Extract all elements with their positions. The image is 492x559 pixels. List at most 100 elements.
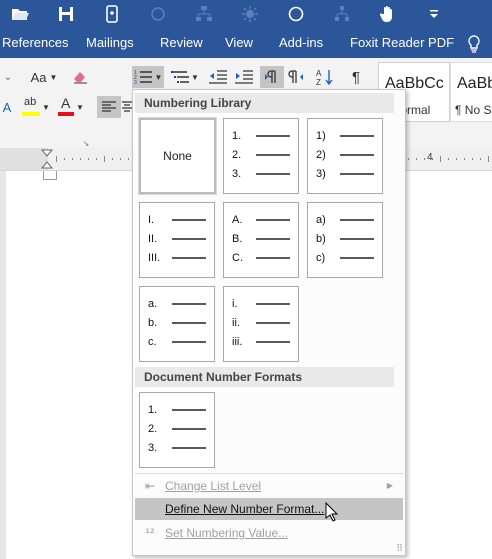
circle-icon [148, 4, 168, 24]
ltr-direction-button[interactable] [260, 66, 284, 88]
list-item: 3) [316, 167, 374, 181]
list-marker: a) [316, 214, 326, 226]
list-item: 3. [232, 167, 290, 181]
ruler-tick [64, 158, 65, 160]
resize-grip-icon[interactable]: ⠿ [396, 543, 403, 554]
tab-review[interactable]: Review [160, 28, 203, 58]
align-center-button[interactable] [122, 96, 132, 118]
numbering-button[interactable]: 123 ▼ [132, 66, 164, 88]
hierarchy-icon [332, 4, 352, 24]
circle-outline-icon[interactable] [286, 4, 306, 24]
numbering-format-roman-lower[interactable]: i. ii. iii. [223, 286, 299, 362]
list-item: I. [148, 213, 206, 227]
list-item: II. [148, 232, 206, 246]
clear-formatting-button[interactable] [70, 66, 92, 88]
list-item: 3. [148, 441, 206, 455]
list-marker: i. [232, 298, 238, 310]
list-marker: 1. [232, 130, 242, 142]
change-list-level-icon: ⇤ [144, 479, 156, 493]
ruler-tick [96, 158, 97, 160]
chevron-down-icon: ▼ [191, 72, 199, 82]
chevron-down-icon[interactable]: ⌄ [0, 66, 16, 88]
touch-mode-icon[interactable] [102, 4, 122, 24]
customize-qat-icon[interactable] [424, 4, 444, 24]
folder-open-icon[interactable] [10, 4, 30, 24]
style-no-spacing[interactable]: AaBb ¶ No Sp [450, 62, 492, 122]
text-effects-icon[interactable]: A [0, 96, 14, 118]
hand-icon[interactable] [378, 4, 398, 24]
tab-mailings[interactable]: Mailings [86, 28, 134, 58]
list-item: c) [316, 251, 374, 265]
list-item: A. [232, 213, 290, 227]
list-item: a) [316, 213, 374, 227]
change-list-level-item[interactable]: ⇤ Change List Level ▶ [135, 475, 403, 497]
list-marker: B. [232, 233, 243, 245]
highlight-color-button[interactable]: ab ▼ [20, 96, 52, 118]
list-item: 2) [316, 148, 374, 162]
list-item: 1. [232, 129, 290, 143]
menu-item-label: Define New Number Format... [165, 502, 325, 516]
ruler-tick [424, 158, 425, 160]
set-numbering-value-item[interactable]: ¹² Set Numbering Value... [135, 522, 403, 544]
ruler-tick [72, 158, 73, 160]
quick-access-toolbar [0, 0, 492, 28]
menu-item-label: Set Numbering Value... [165, 526, 289, 540]
change-case-button[interactable]: Aa ▼ [26, 66, 62, 88]
list-marker: 3) [316, 168, 326, 180]
list-item: B. [232, 232, 290, 246]
lightbulb-icon[interactable] [467, 28, 481, 58]
chevron-down-icon: ▼ [49, 72, 58, 82]
save-icon[interactable] [56, 4, 76, 24]
align-left-button[interactable] [97, 96, 121, 118]
tab-add-ins[interactable]: Add-ins [279, 28, 323, 58]
numbering-format-alpha-lower-paren[interactable]: a) b) c) [307, 202, 383, 278]
svg-text:3: 3 [134, 80, 137, 85]
list-item: i. [232, 297, 290, 311]
list-marker: 1) [316, 130, 326, 142]
rtl-direction-button[interactable] [284, 66, 308, 88]
numbering-format-1-dot[interactable]: 1. 2. 3. [223, 118, 299, 194]
org-chart-icon [194, 4, 214, 24]
list-item: b) [316, 232, 374, 246]
ribbon-tabs: References Mailings Review View Add-ins … [0, 28, 492, 58]
ruler-tick [464, 158, 465, 160]
font-color-button[interactable]: A ▼ [56, 95, 86, 118]
sort-button[interactable]: AZ [313, 66, 337, 88]
numbering-dropdown: Numbering Library None 1. 2. 3. 1) 2) 3)… [132, 89, 406, 556]
list-marker: b. [148, 317, 158, 329]
define-new-number-format-item[interactable]: Define New Number Format... [135, 498, 403, 522]
document-number-formats-header: Document Number Formats [135, 367, 394, 387]
chevron-down-icon: ▼ [154, 72, 163, 82]
tab-foxit-reader-pdf[interactable]: Foxit Reader PDF [350, 28, 454, 58]
menu-separator [135, 473, 403, 474]
list-marker: 2) [316, 149, 326, 161]
ruler-tick [480, 158, 481, 160]
numbering-format-roman-upper[interactable]: I. II. III. [139, 202, 215, 278]
list-marker: III. [148, 252, 161, 264]
chevron-right-icon: ▶ [386, 481, 393, 490]
tab-references[interactable]: References [2, 28, 68, 58]
ruler-tick [472, 158, 473, 160]
list-item: iii. [232, 335, 290, 349]
list-marker: 1. [148, 404, 158, 416]
numbering-format-1-paren[interactable]: 1) 2) 3) [307, 118, 383, 194]
ruler-tick [112, 158, 113, 160]
numbering-format-alpha-lower-dot[interactable]: a. b. c. [139, 286, 215, 362]
list-marker: 2. [148, 423, 158, 435]
list-item: b. [148, 316, 206, 330]
numbering-library-header: Numbering Library [135, 93, 394, 113]
brightness-icon [240, 4, 260, 24]
list-marker: I. [148, 214, 155, 226]
increase-indent-button[interactable] [232, 66, 256, 88]
show-formatting-marks-button[interactable]: ¶ [344, 66, 368, 88]
ruler-tick [120, 158, 121, 160]
list-item: C. [232, 251, 290, 265]
decrease-indent-button[interactable] [206, 66, 230, 88]
multilevel-list-button[interactable]: ▼ [168, 66, 202, 88]
numbering-format-alpha-upper[interactable]: A. B. C. [223, 202, 299, 278]
list-item: ii. [232, 316, 290, 330]
font-case-label: Aa [30, 69, 47, 85]
numbering-none-option[interactable]: None [138, 117, 217, 195]
tab-view[interactable]: View [225, 28, 253, 58]
document-number-format-1-dot[interactable]: 1. 2. 3. [139, 392, 215, 468]
